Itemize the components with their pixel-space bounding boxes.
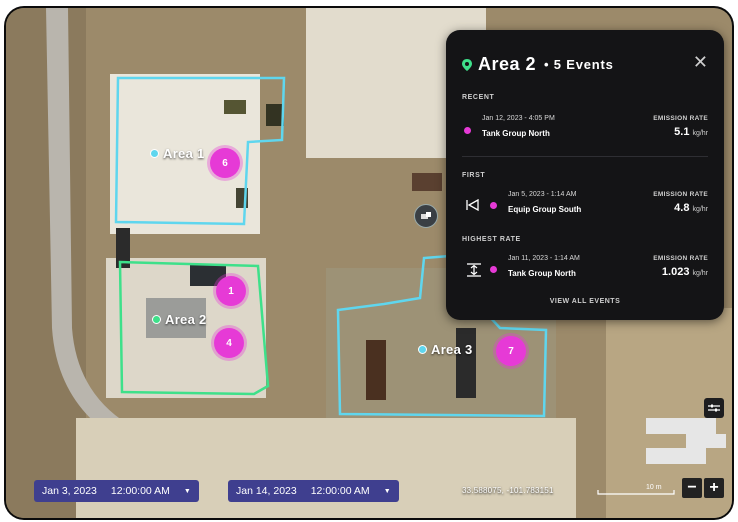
pin-count: 6 — [222, 157, 228, 169]
sensor-icon[interactable] — [414, 204, 438, 228]
section-label: FIRST — [462, 172, 486, 179]
panel-title: Area 2 — [478, 54, 537, 74]
start-date: Jan 3, 2023 — [42, 485, 97, 497]
pin-count: 4 — [226, 337, 232, 349]
area-3-label[interactable]: Area 3 — [418, 342, 473, 357]
highest-rate-section: HIGHEST RATE Jan 11, 2023 - 1:14 AM Tank… — [462, 236, 708, 289]
pin-count: 1 — [228, 285, 234, 297]
start-date-picker[interactable]: Jan 3, 2023 12:00:00 AM ▼ — [34, 480, 199, 502]
event-source: Tank Group North — [482, 129, 550, 138]
area-marker-icon — [418, 345, 427, 354]
area-2-label[interactable]: Area 2 — [152, 312, 207, 327]
event-source: Equip Group South — [508, 205, 582, 214]
section-label: RECENT — [462, 94, 495, 101]
map-frame: Area 1 6 Area 2 1 4 Area 3 7 Area 2 • 5 … — [6, 8, 732, 518]
zoom-in-button[interactable]: + — [704, 478, 724, 498]
event-cluster-pin[interactable]: 6 — [210, 148, 240, 178]
area-marker-icon — [152, 315, 161, 324]
event-cluster-pin[interactable]: 7 — [496, 336, 526, 366]
event-count: • 5 Events — [544, 57, 614, 72]
chevron-down-icon: ▼ — [183, 487, 191, 495]
filter-settings-button[interactable] — [704, 398, 724, 418]
event-row[interactable]: Jan 11, 2023 - 1:14 AM Tank Group North … — [462, 253, 708, 289]
cursor-coordinates: 33.588075, -101.783151 — [462, 486, 554, 495]
chevron-down-icon: ▼ — [383, 487, 391, 495]
end-date-picker[interactable]: Jan 14, 2023 12:00:00 AM ▼ — [228, 480, 399, 502]
emission-rate: 5.1 kg/hr — [674, 126, 708, 138]
event-date: Jan 12, 2023 - 4:05 PM — [482, 115, 555, 122]
rate-label: EMISSION RATE — [653, 191, 708, 198]
pin-count: 7 — [508, 345, 514, 357]
section-label: HIGHEST RATE — [462, 236, 521, 243]
emission-rate: 1.023 kg/hr — [661, 266, 708, 278]
area-label-text: Area 2 — [165, 312, 207, 327]
skip-to-first-icon — [466, 199, 479, 211]
zoom-out-button[interactable]: − — [682, 478, 702, 498]
close-icon[interactable]: ✕ — [693, 52, 708, 73]
recent-section: RECENT Jan 12, 2023 - 4:05 PM Tank Group… — [462, 94, 708, 147]
end-date: Jan 14, 2023 — [236, 485, 297, 497]
scale-bar — [597, 490, 675, 495]
sliders-icon — [708, 404, 720, 412]
area-1-label[interactable]: Area 1 — [150, 146, 205, 161]
max-height-icon — [467, 263, 481, 277]
emission-rate: 4.8 kg/hr — [674, 202, 708, 214]
event-dot-icon — [490, 202, 497, 209]
rate-label: EMISSION RATE — [653, 255, 708, 262]
rate-label: EMISSION RATE — [653, 115, 708, 122]
start-time: 12:00:00 AM — [110, 485, 170, 497]
event-date: Jan 5, 2023 - 1:14 AM — [508, 191, 577, 198]
view-all-events-link[interactable]: VIEW ALL EVENTS — [446, 298, 724, 305]
end-time: 12:00:00 AM — [310, 485, 370, 497]
panel-header: Area 2 • 5 Events ✕ — [462, 52, 708, 75]
event-dot-icon — [464, 127, 471, 134]
area-events-panel: Area 2 • 5 Events ✕ RECENT Jan 12, 2023 … — [446, 30, 724, 320]
area-marker-icon — [150, 149, 159, 158]
area-label-text: Area 1 — [163, 146, 205, 161]
event-row[interactable]: Jan 5, 2023 - 1:14 AM Equip Group South … — [462, 189, 708, 225]
event-source: Tank Group North — [508, 269, 576, 278]
event-date: Jan 11, 2023 - 1:14 AM — [508, 255, 580, 262]
event-dot-icon — [490, 266, 497, 273]
first-section: FIRST Jan 5, 2023 - 1:14 AM Equip Group … — [462, 172, 708, 225]
scale-label: 10 m — [646, 484, 662, 491]
event-cluster-pin[interactable]: 1 — [216, 276, 246, 306]
event-cluster-pin[interactable]: 4 — [214, 328, 244, 358]
event-row[interactable]: Jan 12, 2023 - 4:05 PM Tank Group North … — [462, 111, 708, 147]
divider — [462, 156, 708, 157]
location-pin-icon — [462, 58, 472, 71]
area-label-text: Area 3 — [431, 342, 473, 357]
